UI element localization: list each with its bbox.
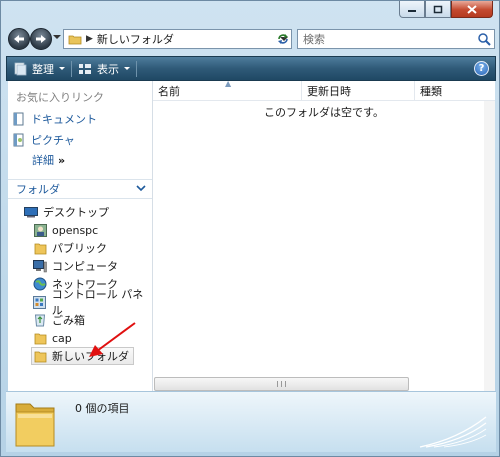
favorite-links-header: お気に入りリンク [16,91,104,104]
organize-icon [14,62,27,75]
views-dropdown-icon [124,67,130,70]
tree-item-public[interactable]: パブリック [33,239,107,257]
search-placeholder: 検索 [303,33,325,46]
views-button[interactable]: 表示 [72,57,136,80]
organize-label: 整理 [32,62,54,76]
computer-icon [33,259,47,272]
tree-item-label: コンピュータ [52,260,118,273]
address-bar[interactable]: ▶ 新しいフォルダ [63,29,292,49]
favorite-link-label: ピクチャ [31,134,75,147]
tree-item-computer[interactable]: コンピュータ [33,257,118,275]
empty-folder-message: このフォルダは空です。 [264,106,384,119]
back-arrow-icon [14,35,24,43]
forward-arrow-icon [36,35,46,43]
control-panel-icon [33,295,47,309]
item-count: 0 個の項目 [75,402,130,415]
search-icon[interactable] [477,32,491,46]
folder-icon [34,243,46,254]
scroll-grip-icon [277,381,286,387]
close-button[interactable] [451,1,493,18]
column-header-label: 種類 [420,84,442,98]
folders-header[interactable]: フォルダ [8,179,152,199]
refresh-button[interactable] [274,30,292,48]
desktop-icon [24,207,38,218]
breadcrumb-separator-icon[interactable]: ▶ [86,34,93,44]
column-header-label: 名前 [158,84,180,98]
chevron-down-icon [136,185,146,192]
tree-item-label: openspc [52,223,99,237]
file-list-pane[interactable]: 名前 ▲ 更新日時 種類 このフォルダは空です。 [153,79,495,391]
column-header-name[interactable]: 名前 ▲ [153,79,302,100]
column-header-row: 名前 ▲ 更新日時 種類 [153,79,495,101]
tree-item-desktop[interactable]: デスクトップ [24,203,109,221]
minimize-button[interactable] [399,1,425,18]
views-icon [79,63,91,74]
search-input[interactable]: 検索 [297,29,495,49]
documents-icon [13,112,24,126]
tree-item-openspc[interactable]: openspc [33,221,98,239]
tree-item-label: デスクトップ [43,206,109,219]
folder-icon [68,35,82,45]
chevron-right-icon: » [58,153,65,167]
refresh-icon [278,34,288,44]
large-folder-icon [15,403,55,447]
pictures-icon [13,133,24,147]
caption-buttons [399,1,493,19]
decorative-swoosh-icon [419,416,487,448]
favorite-link-label: ドキュメント [31,113,97,126]
folder-icon [34,351,46,362]
views-label: 表示 [97,62,119,76]
more-links-button[interactable]: 詳細 » [32,152,65,168]
toolbar-separator [136,60,137,77]
folders-header-label: フォルダ [16,183,60,196]
tree-item-control-panel[interactable]: コントロール パネル [33,288,152,317]
annotation-arrow-icon [89,322,136,357]
address-path[interactable]: 新しいフォルダ [97,31,174,47]
column-header-type[interactable]: 種類 [415,81,485,100]
command-bar: 整理 表示 ? [6,56,496,81]
help-icon: ? [478,63,485,74]
organize-button[interactable]: 整理 [7,57,71,80]
maximize-icon [433,5,443,13]
network-icon [33,277,47,291]
tree-item-label: cap [52,331,72,345]
close-icon [467,4,477,14]
minimize-icon [408,10,416,12]
details-pane: 0 個の項目 [6,391,496,452]
folder-icon [34,333,46,344]
tree-item-label: パブリック [52,242,107,255]
maximize-button[interactable] [425,1,451,18]
back-button[interactable] [8,28,30,50]
column-header-label: 更新日時 [307,84,351,98]
horizontal-scrollbar-thumb[interactable] [154,377,409,391]
forward-button[interactable] [30,28,52,50]
favorite-link-documents[interactable]: ドキュメント [13,111,97,127]
tree-item-label: ごみ箱 [52,314,85,327]
favorite-link-pictures[interactable]: ピクチャ [13,132,75,148]
help-button[interactable]: ? [474,61,489,76]
vertical-scroll-area [484,101,495,391]
recent-pages-dropdown[interactable] [53,35,61,39]
more-label: 詳細 [32,154,54,167]
organize-dropdown-icon [59,67,65,70]
recycle-bin-icon [34,314,46,327]
tree-item-recycle-bin[interactable]: ごみ箱 [33,311,85,329]
user-folder-icon [33,223,47,237]
sort-ascending-icon: ▲ [225,79,232,88]
column-header-modified[interactable]: 更新日時 [302,81,415,100]
explorer-window: ▶ 新しいフォルダ 検索 整理 表示 ? お気に入りリンク ドキュメント ピクチ… [0,0,500,457]
tree-item-cap[interactable]: cap [33,329,72,347]
